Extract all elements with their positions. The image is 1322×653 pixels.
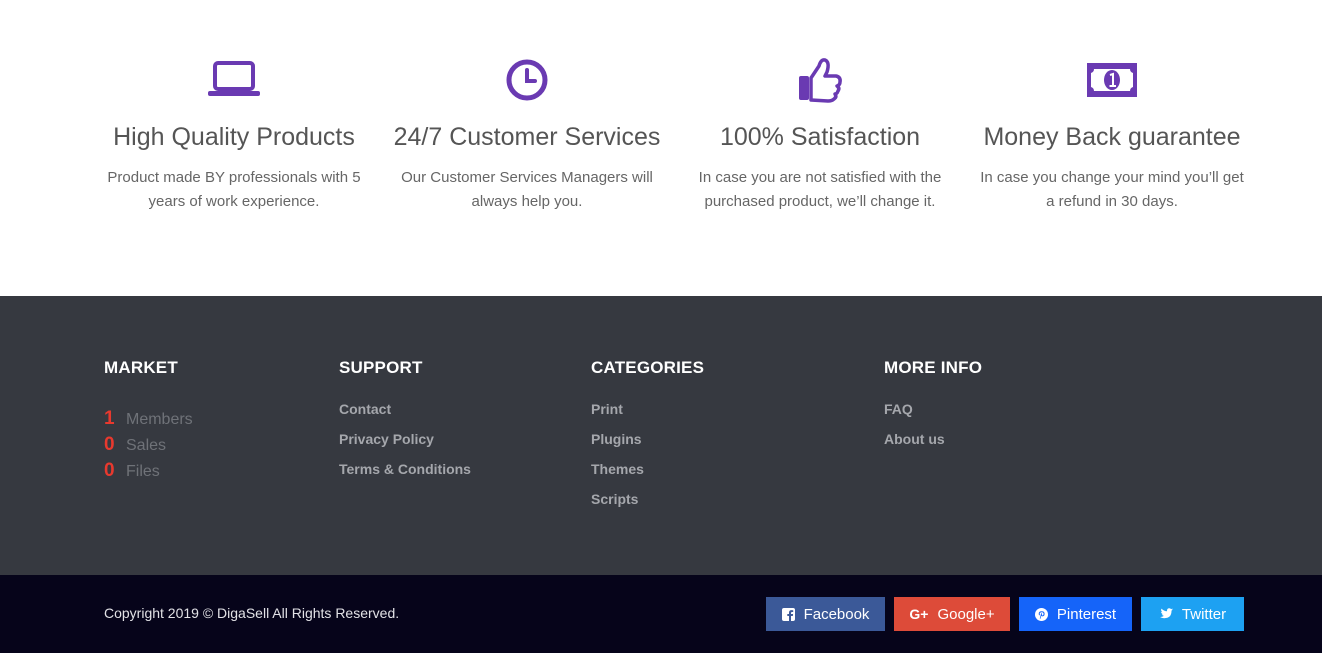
twitter-label: Twitter bbox=[1181, 605, 1227, 623]
pinterest-icon bbox=[1034, 607, 1048, 621]
facebook-button[interactable]: Facebook bbox=[766, 597, 885, 631]
feature-satisfaction: 100% Satisfaction In case you are not sa… bbox=[675, 55, 965, 214]
footer-link-print[interactable]: Print bbox=[591, 401, 623, 417]
footer-link-terms[interactable]: Terms & Conditions bbox=[339, 461, 471, 477]
pinterest-label: Pinterest bbox=[1056, 605, 1117, 623]
footer-col-more-info: MORE INFO FAQ About us bbox=[884, 358, 982, 461]
footer-link-contact[interactable]: Contact bbox=[339, 401, 391, 417]
stat-label: Files bbox=[126, 463, 160, 480]
footer-main: MARKET 1 Members 0 Sales 0 Files SUPPORT… bbox=[0, 296, 1322, 575]
stat-value: 1 bbox=[104, 408, 115, 429]
feature-high-quality: High Quality Products Product made BY pr… bbox=[89, 55, 379, 214]
bottom-bar: Copyright 2019 © DigaSell All Rights Res… bbox=[0, 575, 1322, 653]
footer-link-about-us[interactable]: About us bbox=[884, 431, 945, 447]
stat-files: 0 Files bbox=[104, 460, 193, 486]
market-stats: 1 Members 0 Sales 0 Files bbox=[104, 408, 193, 486]
stat-value: 0 bbox=[104, 460, 115, 481]
footer-link-privacy-policy[interactable]: Privacy Policy bbox=[339, 431, 434, 447]
footer-col-support: SUPPORT Contact Privacy Policy Terms & C… bbox=[339, 358, 471, 491]
stat-sales: 0 Sales bbox=[104, 434, 193, 460]
twitter-button[interactable]: Twitter bbox=[1141, 597, 1244, 631]
clock-icon bbox=[382, 55, 672, 105]
thumbs-up-icon bbox=[675, 55, 965, 105]
feature-money-back: Money Back guarantee In case you change … bbox=[967, 55, 1257, 214]
twitter-icon bbox=[1159, 608, 1173, 620]
feature-title: High Quality Products bbox=[113, 123, 355, 151]
feature-text: Our Customer Services Managers will alwa… bbox=[401, 169, 653, 210]
pinterest-button[interactable]: Pinterest bbox=[1019, 597, 1132, 631]
stat-members: 1 Members bbox=[104, 408, 193, 434]
google-plus-icon: G+ bbox=[909, 606, 929, 622]
copyright-text: Copyright 2019 © DigaSell All Rights Res… bbox=[104, 605, 400, 621]
footer-link-themes[interactable]: Themes bbox=[591, 461, 644, 477]
footer-heading-support: SUPPORT bbox=[339, 358, 423, 377]
laptop-icon bbox=[89, 55, 379, 105]
feature-text: Product made BY professionals with 5 yea… bbox=[107, 169, 361, 210]
feature-title: 24/7 Customer Services bbox=[393, 123, 661, 151]
footer-col-market: MARKET 1 Members 0 Sales 0 Files bbox=[104, 358, 193, 486]
feature-text: In case you change your mind you’ll get … bbox=[980, 169, 1244, 210]
footer-col-categories: CATEGORIES Print Plugins Themes Scripts bbox=[591, 358, 704, 521]
facebook-icon bbox=[781, 607, 795, 621]
stat-label: Members bbox=[126, 411, 193, 428]
footer-link-scripts[interactable]: Scripts bbox=[591, 491, 638, 507]
money-bill-icon bbox=[967, 55, 1257, 105]
feature-customer-services: 24/7 Customer Services Our Customer Serv… bbox=[382, 55, 672, 214]
stat-label: Sales bbox=[126, 437, 167, 454]
features-section: High Quality Products Product made BY pr… bbox=[0, 0, 1322, 296]
footer-link-faq[interactable]: FAQ bbox=[884, 401, 913, 417]
facebook-label: Facebook bbox=[803, 605, 870, 623]
stat-value: 0 bbox=[104, 434, 115, 455]
footer-heading-more-info: MORE INFO bbox=[884, 358, 983, 377]
feature-title: Money Back guarantee bbox=[983, 123, 1241, 151]
google-plus-label: Google+ bbox=[937, 605, 995, 623]
footer-link-plugins[interactable]: Plugins bbox=[591, 431, 642, 447]
footer-heading-categories: CATEGORIES bbox=[591, 358, 705, 377]
feature-title: 100% Satisfaction bbox=[719, 123, 921, 151]
feature-text: In case you are not satisfied with the p… bbox=[698, 169, 942, 210]
google-plus-button[interactable]: G+ Google+ bbox=[894, 597, 1010, 631]
footer-heading-market: MARKET bbox=[104, 358, 178, 377]
